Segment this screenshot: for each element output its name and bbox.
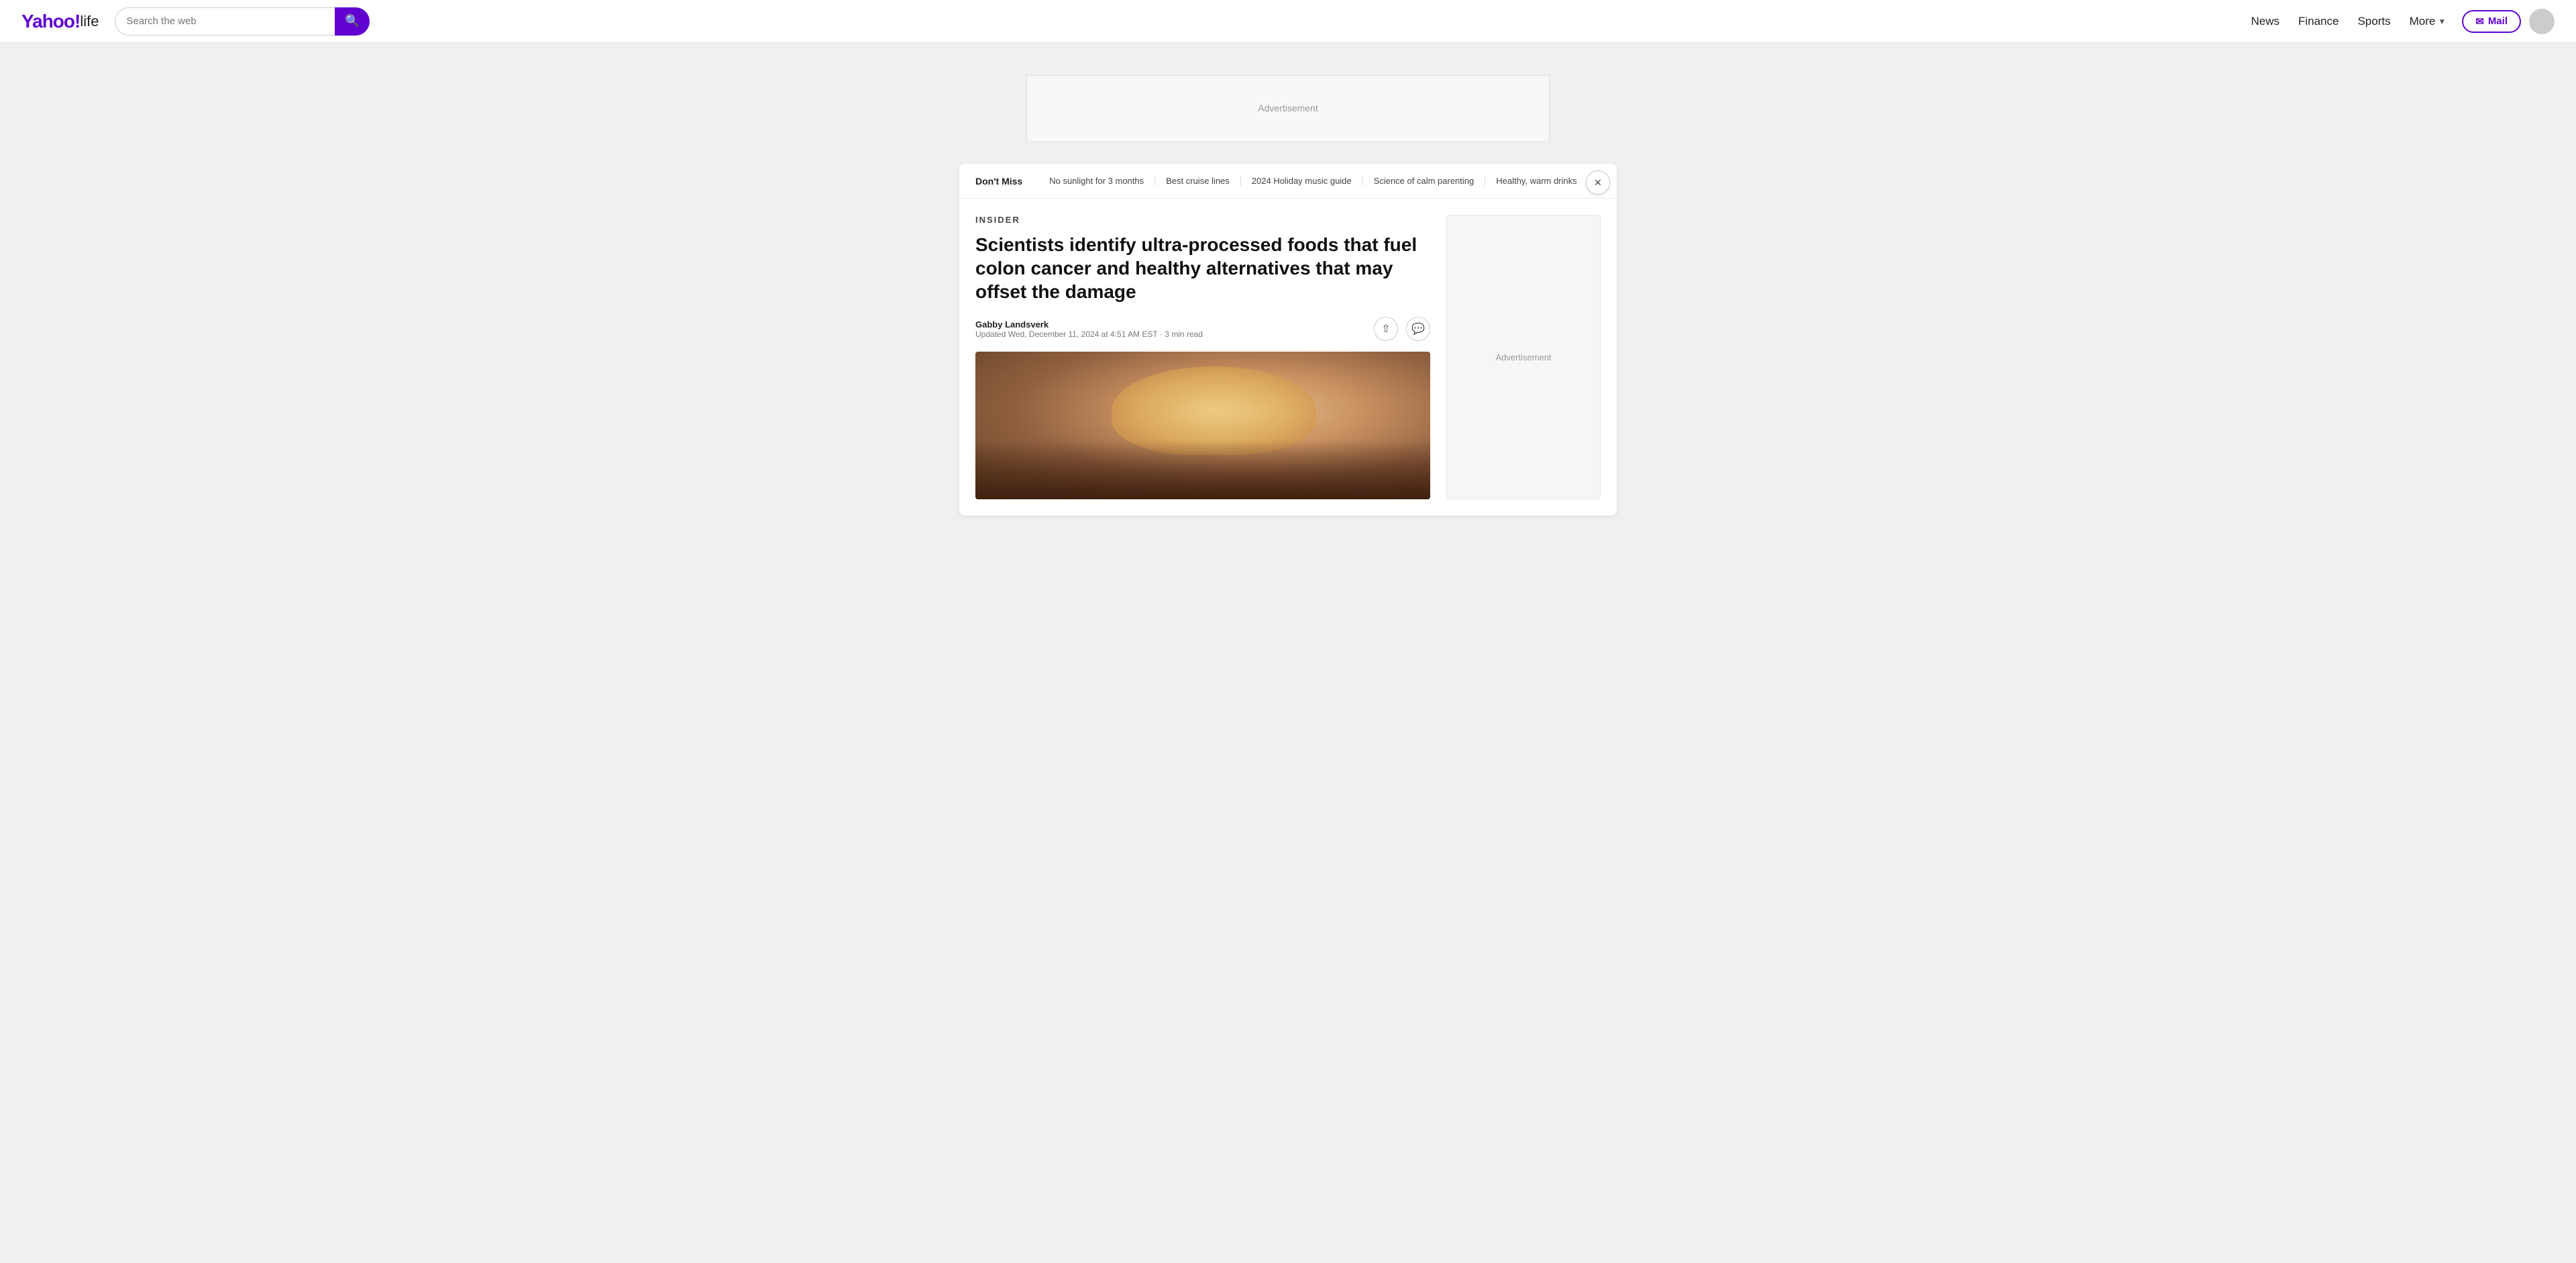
logo-yahoo-text: Yahoo! bbox=[21, 11, 80, 32]
article-image bbox=[975, 352, 1430, 499]
close-button[interactable]: × bbox=[1586, 170, 1610, 195]
dont-miss-bar: Don't Miss No sunlight for 3 months Best… bbox=[959, 164, 1617, 199]
dont-miss-link-1[interactable]: Best cruise lines bbox=[1155, 176, 1241, 186]
author-name: Gabby Landsverk bbox=[975, 319, 1203, 330]
search-input[interactable] bbox=[115, 7, 335, 36]
search-container: 🔍 bbox=[115, 7, 370, 36]
nav-links: News Finance Sports More ▼ bbox=[2251, 15, 2446, 28]
comment-button[interactable]: 💬 bbox=[1406, 317, 1430, 341]
article-source: INSIDER bbox=[975, 215, 1430, 225]
article-image-bg bbox=[975, 352, 1430, 499]
mail-button[interactable]: ✉ Mail bbox=[2462, 10, 2521, 33]
ad-banner-text: Advertisement bbox=[1258, 103, 1318, 113]
dont-miss-link-2[interactable]: 2024 Holiday music guide bbox=[1241, 176, 1363, 186]
avatar[interactable] bbox=[2529, 9, 2555, 34]
article-title: Scientists identify ultra-processed food… bbox=[975, 233, 1430, 303]
dont-miss-link-3[interactable]: Science of calm parenting bbox=[1363, 176, 1486, 186]
dont-miss-link-0[interactable]: No sunlight for 3 months bbox=[1038, 176, 1155, 186]
search-icon: 🔍 bbox=[345, 14, 360, 28]
author-info: Gabby Landsverk Updated Wed, December 11… bbox=[975, 319, 1203, 339]
logo[interactable]: Yahoo! life bbox=[21, 11, 99, 32]
nav-finance[interactable]: Finance bbox=[2298, 15, 2339, 28]
comment-icon: 💬 bbox=[1411, 322, 1425, 336]
ad-banner: Advertisement bbox=[1026, 75, 1550, 142]
close-icon: × bbox=[1595, 176, 1602, 190]
logo-life-text: life bbox=[80, 13, 99, 30]
dont-miss-links: No sunlight for 3 months Best cruise lin… bbox=[1038, 176, 1601, 186]
article-actions: ⇧ 💬 bbox=[1374, 317, 1430, 341]
page-background: Advertisement × Don't Miss No sunlight f… bbox=[0, 75, 2576, 583]
article-container: × Don't Miss No sunlight for 3 months Be… bbox=[959, 164, 1617, 515]
sidebar-ad-text: Advertisement bbox=[1495, 352, 1551, 362]
article-main: INSIDER Scientists identify ultra-proces… bbox=[975, 215, 1430, 499]
share-icon: ⇧ bbox=[1381, 322, 1390, 336]
share-button[interactable]: ⇧ bbox=[1374, 317, 1398, 341]
article-body: INSIDER Scientists identify ultra-proces… bbox=[959, 199, 1617, 515]
article-date: Updated Wed, December 11, 2024 at 4:51 A… bbox=[975, 330, 1203, 339]
article-sidebar-ad: Advertisement bbox=[1446, 215, 1601, 499]
dont-miss-link-4[interactable]: Healthy, warm drinks bbox=[1485, 176, 1588, 186]
mail-icon: ✉ bbox=[2475, 15, 2484, 28]
nav-sports[interactable]: Sports bbox=[2357, 15, 2390, 28]
header: Yahoo! life 🔍 News Finance Sports More ▼… bbox=[0, 0, 2576, 43]
nav-news[interactable]: News bbox=[2251, 15, 2279, 28]
article-meta: Gabby Landsverk Updated Wed, December 11… bbox=[975, 317, 1430, 341]
search-button[interactable]: 🔍 bbox=[335, 7, 370, 36]
chevron-down-icon: ▼ bbox=[2438, 17, 2446, 26]
nav-more[interactable]: More ▼ bbox=[2410, 15, 2447, 28]
dont-miss-label: Don't Miss bbox=[975, 176, 1022, 187]
